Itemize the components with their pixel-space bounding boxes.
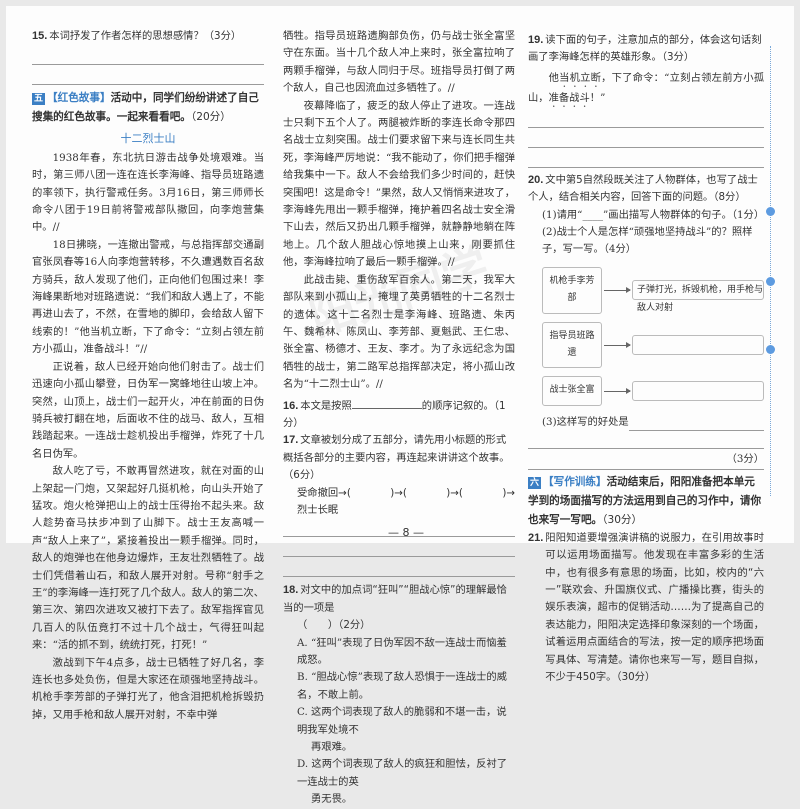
option-d: D. 这两个词表现了敌人的疯狂和胆怯，反衬了一连战士的英 bbox=[297, 758, 508, 788]
answer-line[interactable] bbox=[32, 67, 264, 86]
answer-box[interactable] bbox=[632, 335, 764, 356]
section-badge: 六 bbox=[528, 476, 542, 489]
story-paragraph: 正说着，敌人已经开始向他们射击了。战士们迅速向小孤山攀登，日伪军一窝蜂地往山坡上… bbox=[32, 360, 264, 460]
answer-line[interactable] bbox=[283, 539, 515, 558]
answer-line[interactable] bbox=[528, 150, 764, 168]
q20-sub3: (3)这样写的好处是 bbox=[528, 414, 764, 432]
binding-line bbox=[770, 46, 771, 496]
left-column: 15. 本词抒发了作者怎样的思想感情？（3分） 五【红色故事】活动中，同学们纷纷讲… bbox=[32, 28, 264, 724]
question-20: 20. 文中第5自然段既关注了人物群体，也写了战士个人，结合相关内容，回答下面的问… bbox=[528, 173, 758, 204]
question-16: 16. 本文是按照 的顺序记叙的。（1分） bbox=[283, 398, 506, 429]
story-flow[interactable]: 受命撤回→()→()→()→ bbox=[283, 485, 515, 502]
person-row: 机枪手李芳部 子弹打光，拆毁机枪，用手枪与敌人对射 bbox=[542, 266, 764, 314]
answer-box[interactable] bbox=[632, 381, 764, 402]
option-a: A. “狂叫”表现了日伪军因不敌一连战士而恼羞成怒。 bbox=[297, 636, 507, 666]
section-5-heading: 五【红色故事】活动中，同学们纷纷讲述了自己搜集的红色故事。一起来看看吧。（20分… bbox=[32, 92, 259, 124]
right-column: 19. 读下面的句子，注意加点的部分，体会这句话刻画了李海峰怎样的英雄形象。（3分… bbox=[528, 32, 764, 686]
answer-line[interactable] bbox=[528, 431, 764, 450]
answer-box[interactable]: 子弹打光，拆毁机枪，用手枪与敌人对射 bbox=[632, 280, 764, 313]
option-c: C. 这两个词表现了敌人的脆弱和不堪一击，说明我军处境不 bbox=[297, 706, 507, 736]
person-row: 指导员班路遗 bbox=[542, 321, 764, 369]
answer-line[interactable] bbox=[283, 559, 515, 578]
person-row: 战士张全富 bbox=[542, 376, 764, 406]
binding-hole-icon bbox=[766, 207, 775, 216]
quote-sentence: 他当机立断，下了命令：“立刻占领左前方小孤山，准备战斗！” bbox=[528, 71, 765, 104]
question-17: 17. 文章被划分成了五部分，请先用小标题的形式概括各部分的主要内容，再连起来讲讲… bbox=[283, 434, 510, 482]
arrow-icon bbox=[604, 341, 631, 348]
fill-blank[interactable] bbox=[351, 398, 422, 409]
binding-hole-icon bbox=[766, 277, 775, 286]
q20-sub1: (1)请用“____”画出描写人物群体的句子。（1分） bbox=[542, 208, 765, 221]
answer-line[interactable] bbox=[528, 110, 764, 128]
option-d-cont: 勇无畏。 bbox=[311, 793, 353, 806]
binding-hole-icon bbox=[766, 345, 775, 354]
story-paragraph: 18日拂晓，一连撤出警戒，与总指挥部交通副官张凤春等16人向李炮营转移，不久遭遇… bbox=[32, 238, 264, 356]
arrow-icon bbox=[604, 286, 631, 293]
q20-sub2: (2)战士个人是怎样“顽强地坚持战斗”的？照样子，写一写。（4分） bbox=[542, 226, 753, 256]
score: （3分） bbox=[528, 451, 764, 470]
story-paragraph: 此战击毙、重伤敌军百余人。第二天，我军大部队来到小孤山上，掩埋了英勇牺牲的十二名… bbox=[283, 273, 515, 391]
story-paragraph: 牺牲。指导员班路遗胸部负伤，仍与战士张全富坚守在东面。当十几个敌人冲上来时，张全… bbox=[283, 30, 515, 95]
story-paragraph: 1938年春，东北抗日游击战争处境艰难。当时，第三师八团一连在连长李海峰、指导员… bbox=[32, 151, 264, 234]
answer-line[interactable] bbox=[628, 414, 764, 432]
question-18: 18. 对文中的加点词“狂叫”“胆战心惊”的理解最恰当的一项是（ ）（2分） bbox=[283, 584, 507, 632]
story-paragraph: 激战到下午4点多，战士已牺牲了好几名，李连长也多处负伤，但是大家还在顽强地坚持战… bbox=[32, 656, 264, 721]
story-title: 十二烈士山 bbox=[120, 132, 176, 146]
answer-line[interactable] bbox=[32, 47, 264, 66]
arrow-icon bbox=[604, 387, 631, 394]
workbook-page: 阳光同学 15. 本词抒发了作者怎样的思想感情？（3分） 五【红色故事】活动中，同… bbox=[6, 6, 794, 805]
story-paragraph: 夜幕降临了，疲乏的敌人停止了进攻。一连战士只剩下五个人了。两腿被炸断的李连长命令… bbox=[283, 99, 515, 269]
answer-paren[interactable]: （ ）（2分） bbox=[283, 619, 370, 631]
question-21: 21. 阳阳知道要增强演讲稿的说服力，在引用故事时可以运用场面描写。他发现在丰富多… bbox=[528, 531, 764, 683]
question-15: 15. 本词抒发了作者怎样的思想感情？（3分） bbox=[32, 30, 242, 42]
option-c-cont: 再艰难。 bbox=[311, 741, 353, 754]
answer-line[interactable] bbox=[528, 130, 764, 148]
option-b: B. “胆战心惊”表现了敌人恐惧于一连战士的威名，不敢上前。 bbox=[297, 671, 507, 701]
section-6-heading: 六【写作训练】活动结束后，阳阳准备把本单元学到的场面描写的方法运用到自己的习作中… bbox=[528, 475, 762, 526]
story-paragraph: 敌人吃了亏，不敢再冒然进攻，就在对面的山上架起一门炮，又架起好几挺机枪，向山头开… bbox=[32, 465, 264, 652]
middle-column: 牺牲。指导员班路遗胸部负伤，仍与战士张全富坚守在东面。当十几个敌人冲上来时，张全… bbox=[283, 28, 515, 809]
section-badge: 五 bbox=[32, 93, 46, 106]
flow-last: 烈士长眠 bbox=[297, 503, 339, 516]
page-number: — 8 — bbox=[388, 526, 424, 539]
question-19: 19. 读下面的句子，注意加点的部分，体会这句话刻画了李海峰怎样的英雄形象。（3分… bbox=[528, 34, 762, 64]
